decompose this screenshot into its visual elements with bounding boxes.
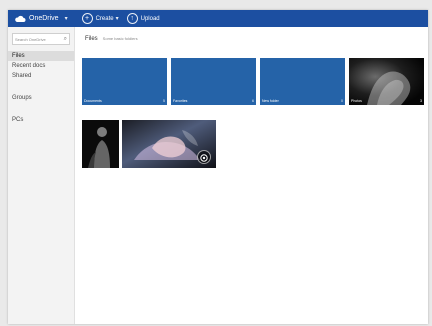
sidebar-item-recent-docs[interactable]: Recent docs bbox=[8, 61, 74, 71]
nav: Files Recent docs Shared Groups PCs bbox=[8, 51, 74, 125]
plus-circle-icon: + bbox=[81, 13, 93, 24]
app-window: OneDrive ▾ + Create ▾ ↑ Upload Search On… bbox=[8, 10, 428, 324]
photo-thumb[interactable] bbox=[82, 120, 119, 168]
brand-label: OneDrive bbox=[29, 15, 59, 22]
video-thumb[interactable] bbox=[122, 120, 216, 168]
chevron-down-icon[interactable]: ▾ bbox=[65, 15, 68, 22]
photos-preview-image bbox=[349, 58, 424, 105]
folder-label: Documents bbox=[84, 99, 102, 103]
create-label: Create bbox=[95, 15, 114, 22]
folder-label: Photos bbox=[351, 99, 362, 103]
sidebar-item-label: Shared bbox=[12, 73, 32, 79]
top-bar: OneDrive ▾ + Create ▾ ↑ Upload bbox=[8, 10, 428, 27]
video-play-icon[interactable] bbox=[197, 150, 211, 164]
folder-tile-photos[interactable]: Photos 3 bbox=[349, 58, 424, 105]
sidebar-item-pcs[interactable]: PCs bbox=[8, 115, 74, 125]
sidebar-item-label: Files bbox=[12, 53, 25, 59]
folder-count: 0 bbox=[341, 99, 343, 103]
folder-tile-new-folder[interactable]: New folder 0 bbox=[260, 58, 345, 105]
cloud-icon bbox=[15, 15, 26, 22]
upload-button[interactable]: ↑ Upload bbox=[126, 13, 160, 24]
create-chevron-icon: ▾ bbox=[115, 16, 119, 22]
sidebar-item-files[interactable]: Files bbox=[8, 51, 74, 61]
sidebar: Search OneDrive ⌕ Files Recent docs Shar… bbox=[8, 27, 75, 324]
sidebar-item-label: Groups bbox=[12, 95, 32, 101]
search-input[interactable]: Search OneDrive ⌕ bbox=[12, 33, 70, 45]
photo-thumb-image bbox=[82, 120, 119, 168]
breadcrumb: Files Some basic foldiers bbox=[85, 36, 138, 42]
upload-circle-icon: ↑ bbox=[126, 13, 138, 24]
upload-label: Upload bbox=[140, 15, 160, 22]
search-icon[interactable]: ⌕ bbox=[64, 36, 67, 42]
create-button[interactable]: + Create ▾ bbox=[81, 13, 119, 24]
folder-count: 3 bbox=[420, 99, 422, 103]
sidebar-item-label: Recent docs bbox=[12, 63, 46, 69]
main-content: Files Some basic foldiers Documents 5 Fa… bbox=[78, 27, 428, 324]
sidebar-item-shared[interactable]: Shared bbox=[8, 71, 74, 81]
sidebar-item-label: PCs bbox=[12, 117, 24, 123]
search-placeholder: Search OneDrive bbox=[15, 36, 46, 42]
page-title: Files bbox=[85, 36, 98, 42]
page-subtitle: Some basic foldiers bbox=[102, 36, 138, 41]
video-play-icon bbox=[200, 154, 208, 162]
folder-label: New folder bbox=[262, 99, 279, 103]
brand[interactable]: OneDrive bbox=[8, 15, 59, 23]
folder-count: 5 bbox=[163, 99, 165, 103]
folder-tile-documents[interactable]: Documents 5 bbox=[82, 58, 167, 105]
sidebar-item-groups[interactable]: Groups bbox=[8, 93, 74, 103]
folder-label: Favorites bbox=[173, 99, 188, 103]
folder-count: 6 bbox=[252, 99, 254, 103]
folder-tile-favorites[interactable]: Favorites 6 bbox=[171, 58, 256, 105]
